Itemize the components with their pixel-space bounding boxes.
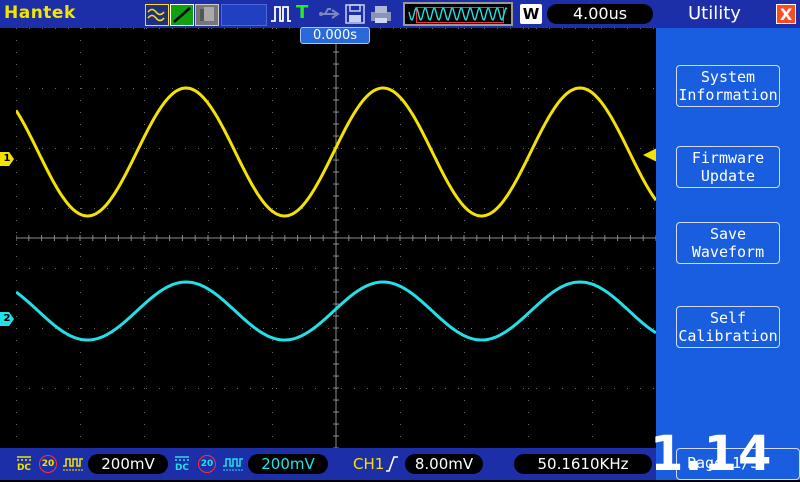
pulse-icon[interactable] (270, 4, 292, 24)
ch2-offset-marker[interactable]: 2 (0, 312, 14, 326)
trigger-level-readout[interactable]: 8.00mV (405, 454, 483, 474)
save-waveform-button[interactable]: Save Waveform (676, 222, 780, 264)
trigger-position-readout: 0.000s (300, 27, 370, 44)
ch1-offset-marker[interactable]: 1 (0, 152, 14, 166)
ch2-bandwidth-limit-badge[interactable]: 20 (198, 455, 216, 473)
acquire-status-box (221, 4, 267, 26)
window-mode-icon[interactable]: W (520, 4, 542, 24)
self-calibration-button[interactable]: Self Calibration (676, 306, 780, 348)
floppy-save-icon[interactable] (345, 4, 365, 24)
ch2-coupling-label: DC (174, 463, 190, 473)
button-label-line1: Save (709, 225, 747, 243)
menu-title: Utility (688, 3, 741, 24)
button-label-line1: Self (709, 309, 747, 327)
bottom-status-bar: DC 20 200mV DC 20 200mV CH1 8.00mV 50.16… (0, 448, 656, 480)
ch2-probe-icon (222, 454, 244, 474)
utility-menu: Utility X System Information Firmware Up… (656, 0, 800, 480)
memory-depth-indicator[interactable] (403, 2, 513, 26)
waveform-icon[interactable] (145, 4, 169, 26)
trigger-mode-icon[interactable]: T (296, 2, 314, 23)
ch1-coupling-indicator[interactable]: DC (15, 455, 33, 475)
close-button[interactable]: X (776, 4, 796, 24)
graticule (16, 28, 656, 448)
waveform-display[interactable] (16, 28, 656, 448)
printer-icon[interactable] (369, 4, 393, 24)
button-label-line2: Waveform (691, 243, 765, 261)
firmware-update-button[interactable]: Firmware Update (676, 146, 780, 188)
version-overlay-text: 1.14 (650, 426, 773, 482)
rising-edge-icon[interactable] (385, 454, 399, 474)
grid-dots (16, 28, 656, 448)
trigger-source[interactable]: CH1 (353, 454, 384, 474)
timebase-readout[interactable]: 4.00us (547, 4, 653, 24)
button-label-line2: Information (678, 86, 778, 104)
menu-header: Utility X (656, 0, 800, 28)
ch1-coupling-label: DC (16, 463, 32, 473)
top-status-bar: Hantek T W 4.00us (0, 0, 656, 28)
ch1-bandwidth-limit-badge[interactable]: 20 (39, 455, 57, 473)
system-information-button[interactable]: System Information (676, 65, 780, 107)
vector-line-icon[interactable] (170, 4, 194, 26)
button-label-line2: Calibration (678, 327, 778, 345)
brand-logo: Hantek (4, 3, 76, 23)
frequency-readout: 50.1610KHz (514, 454, 652, 474)
ch2-volts-per-div[interactable]: 200mV (248, 454, 328, 474)
ch1-volts-per-div[interactable]: 200mV (88, 454, 168, 474)
ch2-coupling-indicator[interactable]: DC (173, 455, 191, 475)
persistence-icon[interactable] (195, 4, 219, 26)
button-label-line1: System (700, 68, 756, 86)
usb-icon (318, 4, 342, 24)
button-label-line1: Firmware (691, 149, 765, 167)
button-label-line2: Update (700, 167, 756, 185)
ch1-probe-icon (62, 454, 84, 474)
